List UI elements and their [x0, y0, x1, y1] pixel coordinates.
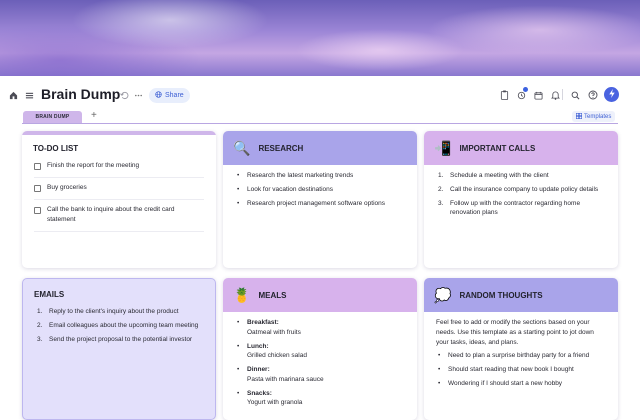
cover-banner: [0, 0, 640, 76]
research-title: RESEARCH: [258, 143, 304, 153]
share-label: Share: [165, 92, 184, 99]
meals-header: 🍍 MEALS: [223, 278, 417, 312]
list-item[interactable]: 1. Reply to the client's inquiry about th…: [35, 307, 203, 317]
todo-checkbox[interactable]: [34, 163, 41, 170]
more-icon[interactable]: [131, 88, 145, 102]
meal-value: Grilled chicken salad: [247, 352, 307, 360]
meal-item[interactable]: Dinner: Pasta with marinara sauce: [235, 365, 405, 385]
meal-value: Pasta with marinara sauce: [247, 375, 324, 383]
emails-card: EMAILS 1. Reply to the client's inquiry a…: [22, 278, 216, 420]
list-item[interactable]: 2. Email colleagues about the upcoming te…: [35, 321, 203, 331]
todo-item-text[interactable]: Call the bank to inquire about the credi…: [47, 205, 204, 225]
list-item[interactable]: 1. Schedule a meeting with the client: [436, 171, 606, 181]
magnifier-icon: 🔍: [233, 139, 251, 156]
emails-body: 1. Reply to the client's inquiry about th…: [23, 299, 215, 344]
calls-title: IMPORTANT CALLS: [459, 143, 536, 153]
phone-icon: 📲: [434, 139, 452, 156]
list-item[interactable]: 3. Follow up with the contractor regardin…: [436, 199, 606, 219]
thoughts-body: Feel free to add or modify the sections …: [424, 312, 618, 389]
list-item[interactable]: Look for vacation destinations: [235, 185, 405, 195]
avatar[interactable]: [604, 87, 619, 102]
lightning-icon: [608, 89, 616, 100]
list-item[interactable]: 3. Send the project proposal to the poten…: [35, 335, 203, 345]
meal-label: Snacks:: [247, 389, 272, 397]
list-item[interactable]: 2. Call the insurance company to update p…: [436, 185, 606, 195]
tab-underline: [22, 123, 618, 124]
meal-item[interactable]: Lunch: Grilled chicken salad: [235, 342, 405, 362]
bell-icon[interactable]: [548, 88, 562, 102]
notification-dot: [523, 87, 528, 92]
todo-item: Call the bank to inquire about the credi…: [34, 200, 204, 233]
list-item[interactable]: Need to plan a surprise birthday party f…: [436, 351, 606, 361]
todo-item: Finish the report for the meeting: [34, 156, 204, 179]
meal-item[interactable]: Snacks: Yogurt with granola: [235, 389, 405, 409]
todo-title: TO-DO LIST: [33, 144, 79, 153]
todo-item: Buy groceries: [34, 178, 204, 201]
meal-label: Lunch:: [247, 342, 269, 350]
toolbar-divider: [562, 89, 563, 100]
page-title[interactable]: Brain Dump: [41, 86, 120, 102]
research-card: 🔍 RESEARCH Research the latest marketing…: [223, 131, 417, 268]
todo-item-text[interactable]: Finish the report for the meeting: [47, 161, 139, 171]
share-button[interactable]: Share: [149, 88, 190, 103]
search-icon[interactable]: [568, 88, 582, 102]
meal-label: Breakfast:: [247, 319, 279, 326]
pineapple-icon: 🍍: [233, 286, 251, 303]
emails-title: EMAILS: [34, 290, 65, 299]
calendar-icon[interactable]: [531, 88, 545, 102]
help-icon[interactable]: [586, 88, 600, 102]
todo-list: Finish the report for the meeting Buy gr…: [22, 153, 216, 233]
meals-title: MEALS: [258, 290, 287, 300]
meal-value: Oatmeal with fruits: [247, 328, 301, 336]
calls-body: 1. Schedule a meeting with the client 2. C…: [424, 165, 618, 218]
templates-button[interactable]: Templates: [572, 111, 616, 122]
tab-brain-dump[interactable]: BRAIN DUMP: [23, 111, 82, 123]
clipboard-icon[interactable]: [497, 88, 511, 102]
calls-header: 📲 IMPORTANT CALLS: [424, 131, 618, 165]
meal-value: Yogurt with granola: [247, 399, 303, 407]
list-item[interactable]: Wondering if I should start a new hobby: [436, 379, 606, 389]
todo-checkbox[interactable]: [34, 207, 41, 215]
list-item[interactable]: Should start reading that new book I bou…: [436, 365, 606, 375]
thought-bubble-icon: 💭: [434, 286, 452, 303]
list-item[interactable]: Research the latest marketing trends: [235, 171, 405, 181]
research-body: Research the latest marketing trends Loo…: [223, 165, 417, 208]
thoughts-title: RANDOM THOUGHTS: [459, 290, 543, 300]
calls-card: 📲 IMPORTANT CALLS 1. Schedule a meeting w…: [424, 131, 618, 268]
todo-card: TO-DO LIST Finish the report for the mee…: [22, 131, 216, 268]
home-icon[interactable]: [6, 88, 20, 102]
research-header: 🔍 RESEARCH: [223, 131, 417, 165]
menu-icon[interactable]: [22, 88, 36, 102]
add-tab-button[interactable]: +: [91, 110, 97, 121]
templates-icon: [576, 112, 582, 121]
thoughts-header: 💭 RANDOM THOUGHTS: [424, 278, 618, 312]
thoughts-intro[interactable]: Feel free to add or modify the sections …: [436, 318, 606, 347]
meal-item[interactable]: Breakfast: Oatmeal with fruits: [235, 318, 405, 338]
meal-label: Dinner:: [247, 366, 270, 373]
todo-checkbox[interactable]: [34, 185, 41, 193]
meals-card: 🍍 MEALS Breakfast: Oatmeal with fruits L…: [223, 278, 417, 420]
thoughts-card: 💭 RANDOM THOUGHTS Feel free to add or mo…: [424, 278, 618, 420]
undo-icon[interactable]: [117, 88, 131, 102]
meals-body: Breakfast: Oatmeal with fruits Lunch: Gr…: [223, 312, 417, 408]
templates-label: Templates: [584, 113, 612, 120]
globe-icon: [155, 91, 162, 100]
list-item[interactable]: Research project management software opt…: [235, 199, 405, 209]
todo-item-text[interactable]: Buy groceries: [47, 183, 87, 193]
